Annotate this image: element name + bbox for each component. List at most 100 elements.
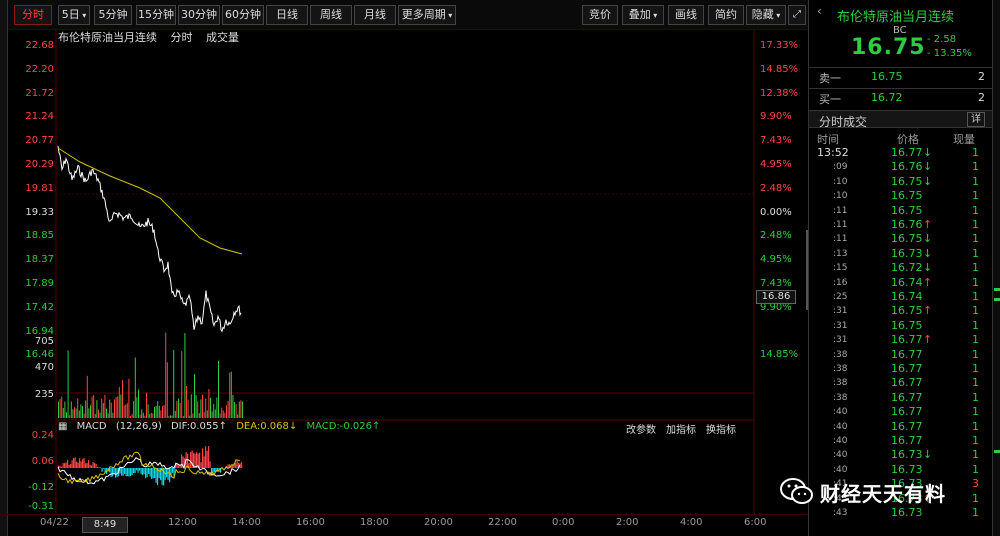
volume-bar xyxy=(88,408,90,418)
chevron-left-icon[interactable]: ‹ xyxy=(817,4,822,18)
price-change: - 2.58 xyxy=(927,34,957,45)
trade-volume: 1 xyxy=(972,419,979,433)
volume-bar xyxy=(230,371,232,418)
trade-time: :25 xyxy=(833,292,848,302)
draw-line-button[interactable]: 画线 xyxy=(668,5,704,25)
volume-bar xyxy=(203,412,205,418)
trade-time: :40 xyxy=(833,436,848,446)
volume-bar xyxy=(62,407,64,418)
trade-row: :38 16.77 1 xyxy=(809,376,993,390)
tab-weekly[interactable]: 周线 xyxy=(310,5,352,25)
hide-button[interactable]: 隐藏 ▾ xyxy=(746,5,786,25)
macd-histogram-bar xyxy=(194,453,196,468)
trade-price: 16.77 xyxy=(891,347,923,361)
macd-histogram-bar xyxy=(116,468,118,477)
volume-bar xyxy=(221,407,223,418)
macd-histogram-bar xyxy=(103,468,105,469)
tab-15min[interactable]: 15分钟 xyxy=(136,5,176,25)
trade-price: 16.75 xyxy=(891,189,923,203)
add-indicator-button[interactable]: 加指标 xyxy=(666,421,696,436)
edit-params-button[interactable]: 改参数 xyxy=(626,421,656,436)
tab-more-periods[interactable]: 更多周期 ▾ xyxy=(398,5,456,25)
trade-arrow: ↓ xyxy=(923,232,933,246)
tab-daily[interactable]: 日线 xyxy=(266,5,308,25)
macd-histogram-bar xyxy=(137,468,139,473)
trade-time: :38 xyxy=(833,349,848,360)
macd-histogram-bar xyxy=(98,467,100,468)
trade-arrow: ↑ xyxy=(923,275,933,289)
volume-bar xyxy=(179,403,181,418)
tab-30min[interactable]: 30分钟 xyxy=(178,5,220,25)
tab-intraday[interactable]: 分时 xyxy=(14,5,52,25)
volume-bar xyxy=(101,398,103,418)
tab-60min[interactable]: 60分钟 xyxy=(222,5,264,25)
trade-time: :31 xyxy=(833,306,848,317)
volume-bar xyxy=(200,399,202,418)
macd-histogram-bar xyxy=(77,462,79,468)
price-tick: 20.29 xyxy=(25,159,54,170)
macd-histogram-bar xyxy=(206,450,208,468)
volume-bar xyxy=(120,394,122,418)
macd-label[interactable]: MACD xyxy=(77,421,107,432)
price-tick: 19.33 xyxy=(25,206,54,218)
trade-arrow: ↑ xyxy=(923,218,933,231)
tab-5day[interactable]: 5日 ▾ xyxy=(58,5,90,25)
price-tick: 17.42 xyxy=(25,301,54,313)
macd-toggle-icon[interactable]: ▦ xyxy=(58,421,67,432)
macd-histogram-bar xyxy=(100,467,102,468)
trade-row: 13:52 16.77 ↓ 1 xyxy=(809,146,993,160)
volume-bar xyxy=(178,398,179,418)
simple-button[interactable]: 简约 xyxy=(708,5,744,25)
volume-bar xyxy=(64,401,66,418)
trade-time: :40 xyxy=(833,450,848,461)
tab-5min[interactable]: 5分钟 xyxy=(94,5,132,25)
volume-bar xyxy=(181,351,183,418)
macd-tick: 0.06 xyxy=(31,456,54,467)
volume-bar xyxy=(94,414,96,418)
expand-icon[interactable]: ⤢ xyxy=(788,5,806,25)
wechat-icon xyxy=(780,478,813,504)
auction-button[interactable]: 竞价 xyxy=(582,5,618,25)
volume-bar xyxy=(123,405,125,418)
volume-bar xyxy=(152,413,154,418)
macd-histogram-bar xyxy=(115,468,117,478)
macd-histogram-bar xyxy=(142,468,144,475)
trade-row: :31 16.75 1 xyxy=(809,319,993,333)
trade-volume: 1 xyxy=(972,390,979,404)
macd-histogram-bar xyxy=(61,466,63,468)
detail-button[interactable]: 详 xyxy=(967,112,985,127)
volume-bar xyxy=(240,400,242,418)
volume-bar xyxy=(192,413,194,418)
overlay-button[interactable]: 叠加 ▾ xyxy=(622,5,664,25)
volume-bar xyxy=(162,405,163,418)
switch-indicator-button[interactable]: 换指标 xyxy=(706,421,736,436)
trade-volume: 1 xyxy=(972,290,979,303)
volume-bar xyxy=(165,332,167,418)
macd-histogram-bar xyxy=(143,468,145,475)
macd-histogram-bar xyxy=(155,468,157,483)
time-tick: 6:00 xyxy=(744,517,767,528)
trade-price: 16.77 xyxy=(891,419,923,433)
tab-monthly[interactable]: 月线 xyxy=(354,5,396,25)
volume-bar xyxy=(110,402,112,418)
volume-bar xyxy=(104,394,106,418)
trade-volume: 1 xyxy=(972,376,979,390)
trade-time: :31 xyxy=(833,335,848,346)
macd-histogram-bar xyxy=(140,468,142,475)
volume-bar xyxy=(91,396,93,418)
trades-header: 分时成交 详 xyxy=(809,110,993,129)
time-tick: 2:00 xyxy=(616,517,639,528)
volume-bar xyxy=(226,405,227,418)
volume-bar xyxy=(147,404,149,418)
macd-histogram-bar xyxy=(235,463,237,468)
volume-bar xyxy=(234,402,235,418)
trade-row: :40 16.77 1 xyxy=(809,420,993,434)
trade-volume: 1 xyxy=(972,434,979,447)
trade-time: :09 xyxy=(833,162,848,173)
macd-histogram-bar xyxy=(80,461,82,468)
volume-bar xyxy=(83,413,85,418)
volume-bar xyxy=(160,410,162,418)
trade-time: 13:52 xyxy=(817,146,849,159)
volume-bar xyxy=(118,386,120,418)
macd-histogram-bar xyxy=(145,468,147,479)
